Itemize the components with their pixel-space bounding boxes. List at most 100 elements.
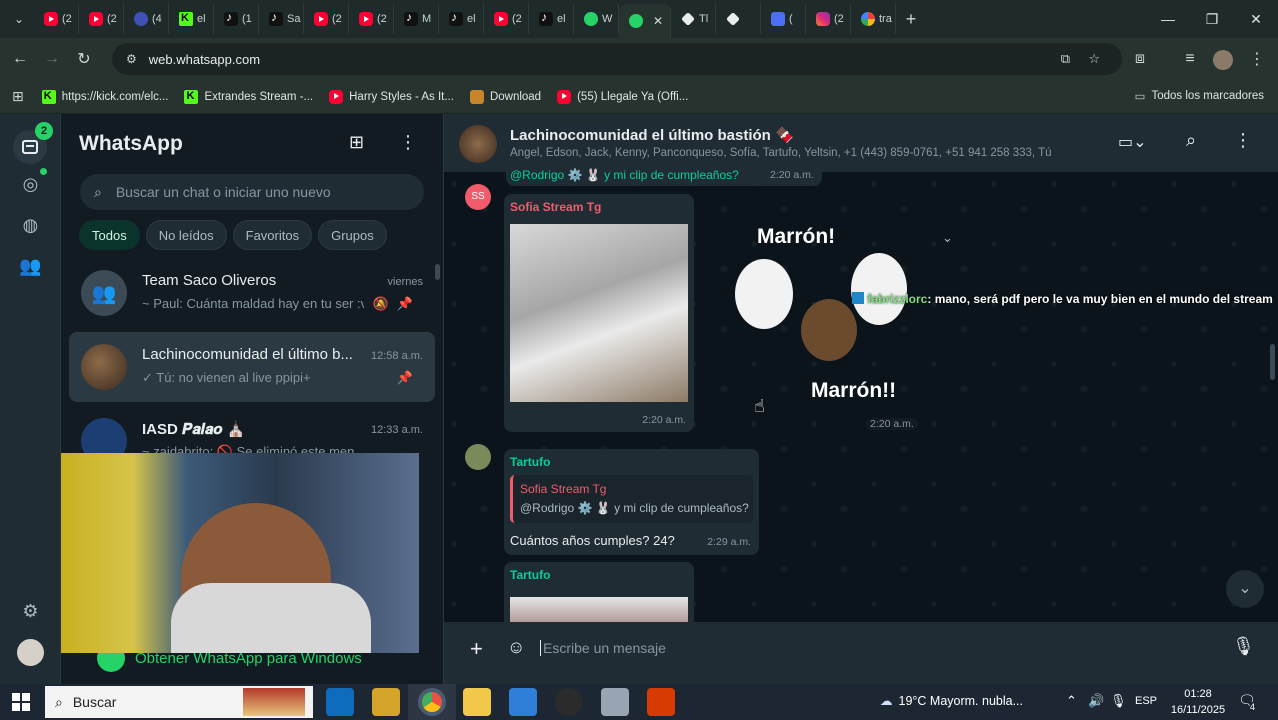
message-sender[interactable]: Tartufo xyxy=(510,455,550,469)
browser-tab[interactable]: Sa xyxy=(259,4,304,34)
channels-icon[interactable]: ◍ xyxy=(17,212,44,239)
chat-avatar[interactable] xyxy=(459,125,497,163)
award-app-icon[interactable] xyxy=(372,688,400,716)
bookmark-item[interactable]: Download xyxy=(469,89,541,104)
close-tab-icon[interactable]: ✕ xyxy=(653,14,663,28)
microphone-icon[interactable]: 🎙 xyxy=(1232,636,1255,657)
start-button-icon[interactable] xyxy=(12,693,30,711)
menu-icon[interactable]: ⋮ xyxy=(399,132,417,153)
chat-row[interactable]: 👥 Team Saco Oliveros viernes ~ Paul: Cuá… xyxy=(69,258,435,328)
file-explorer-icon[interactable] xyxy=(463,688,491,716)
browser-tab-active[interactable]: ✕ xyxy=(619,4,671,38)
tray-chevron-icon[interactable]: ⌃ xyxy=(1066,693,1077,709)
message-image[interactable] xyxy=(510,224,688,402)
bookmark-item[interactable]: Harry Styles - As It... xyxy=(329,89,454,104)
profile-photo[interactable] xyxy=(17,639,44,666)
reload-icon[interactable]: ↻ xyxy=(68,43,100,75)
bookmark-star-icon[interactable]: ☆ xyxy=(1088,51,1100,67)
bookmark-favicon-icon xyxy=(41,89,56,104)
sticker-emoji-icon[interactable]: ☺ xyxy=(507,637,525,658)
filter-chip[interactable]: Todos xyxy=(79,220,140,250)
chat-scrollbar[interactable] xyxy=(1270,344,1275,380)
mic-icon[interactable]: 🎙 xyxy=(1110,693,1127,709)
search-chat-icon[interactable]: ⌕ xyxy=(1186,130,1196,151)
address-bar[interactable]: ⚙ web.whatsapp.com ⧉ ☆ xyxy=(112,43,1122,75)
video-call-icon[interactable]: ▭⌄ xyxy=(1118,132,1147,152)
browser-tab[interactable]: (2 xyxy=(34,4,79,34)
webcam-overlay xyxy=(61,453,419,653)
notes-app-icon[interactable] xyxy=(601,688,629,716)
minimize-icon[interactable]: — xyxy=(1146,0,1190,38)
quoted-message[interactable]: Sofia Stream Tg @Rodrigo ⚙️ 🐰 y mi clip … xyxy=(510,475,753,523)
chat-menu-icon[interactable]: ⋮ xyxy=(1234,130,1252,151)
clock[interactable]: 01:28 16/11/2025 xyxy=(1168,686,1228,718)
extensions-icon[interactable]: ⧈ xyxy=(1124,43,1156,75)
store-icon[interactable] xyxy=(509,688,537,716)
browser-tab[interactable]: M xyxy=(394,4,439,34)
sender-avatar[interactable]: SS xyxy=(465,184,491,210)
sticker-message[interactable]: Marrón! Marrón!! xyxy=(729,219,939,409)
language-indicator[interactable]: ESP xyxy=(1135,695,1157,707)
tab-search-chevron-icon[interactable]: ⌄ xyxy=(4,4,34,34)
obs-icon[interactable] xyxy=(555,688,583,716)
search-input[interactable]: ⌕ Buscar un chat o iniciar uno nuevo xyxy=(80,174,424,210)
bookmark-item[interactable]: https://kick.com/elc... xyxy=(41,89,168,104)
browser-tab[interactable]: (1 xyxy=(214,4,259,34)
tab-favicon-icon xyxy=(449,10,463,26)
tab-favicon-icon xyxy=(539,10,553,26)
outlook-icon[interactable] xyxy=(326,688,354,716)
browser-tab[interactable]: (4 xyxy=(124,4,169,34)
filter-chip[interactable]: No leídos xyxy=(145,220,227,250)
tab-label: (1 xyxy=(242,13,252,25)
browser-tab[interactable]: (2 xyxy=(349,4,394,34)
attach-icon[interactable]: + xyxy=(470,636,483,662)
browser-tab[interactable] xyxy=(716,4,761,34)
profile-avatar[interactable] xyxy=(1213,50,1233,70)
media-control-icon[interactable]: ≡ xyxy=(1174,43,1206,75)
all-bookmarks[interactable]: ▭ Todos los marcadores xyxy=(1135,89,1264,103)
overlay-user: fabrizzlorc xyxy=(867,292,928,306)
browser-tab[interactable]: tra xyxy=(851,4,896,34)
bookmark-item[interactable]: (55) Llegale Ya (Offi... xyxy=(557,89,688,104)
communities-icon[interactable]: 👥 xyxy=(17,253,44,280)
message-sender[interactable]: Sofia Stream Tg xyxy=(510,200,601,214)
tab-favicon-icon xyxy=(861,12,875,26)
message-chevron-icon[interactable]: ⌄ xyxy=(942,230,953,246)
filter-chip[interactable]: Grupos xyxy=(318,220,387,250)
browser-tab[interactable]: ( xyxy=(761,4,806,34)
back-icon[interactable]: ← xyxy=(4,43,36,75)
red-app-icon[interactable] xyxy=(647,688,675,716)
bookmark-item[interactable]: Extrandes Stream -... xyxy=(184,89,313,104)
chat-title[interactable]: Lachinocomunidad el último bastión 🍫 xyxy=(510,126,794,144)
restore-icon[interactable]: ❐ xyxy=(1190,0,1234,38)
browser-tab[interactable]: (2 xyxy=(79,4,124,34)
sender-avatar[interactable] xyxy=(465,444,491,470)
browser-tab[interactable]: el xyxy=(169,4,214,34)
list-scrollbar[interactable] xyxy=(435,264,440,280)
scroll-down-button[interactable]: ⌄ xyxy=(1226,570,1264,608)
close-window-icon[interactable]: ✕ xyxy=(1234,0,1278,38)
message-input[interactable]: Escribe un mensaje xyxy=(540,640,666,656)
install-app-icon[interactable]: ⧉ xyxy=(1061,51,1070,67)
filter-chip[interactable]: Favoritos xyxy=(232,220,313,250)
browser-tab[interactable]: el xyxy=(439,4,484,34)
forward-icon[interactable]: → xyxy=(36,43,68,75)
message-sender[interactable]: Tartufo xyxy=(510,568,550,582)
browser-tab[interactable]: (2 xyxy=(484,4,529,34)
new-chat-icon[interactable]: ⊞ xyxy=(349,132,364,153)
site-settings-icon[interactable]: ⚙ xyxy=(126,52,137,66)
browser-tab[interactable]: (2 xyxy=(806,4,851,34)
apps-grid-icon[interactable]: ⊞ xyxy=(12,88,24,105)
taskbar-search[interactable]: ⌕ Buscar xyxy=(45,686,313,718)
browser-tab[interactable]: W xyxy=(574,4,619,34)
volume-icon[interactable]: 🔊 xyxy=(1088,693,1104,709)
browser-tab[interactable]: (2 xyxy=(304,4,349,34)
browser-menu-icon[interactable]: ⋮ xyxy=(1241,43,1273,75)
new-tab-button[interactable]: + xyxy=(896,9,926,30)
chat-row-selected[interactable]: Lachinocomunidad el último b... 12:58 a.… xyxy=(69,332,435,402)
settings-icon[interactable]: ⚙ xyxy=(17,598,44,625)
weather-widget[interactable]: ☁ 19°C Mayorm. nubla... xyxy=(880,693,1023,709)
browser-tab[interactable]: Tl xyxy=(671,4,716,34)
status-icon[interactable]: ◎ xyxy=(17,171,44,198)
browser-tab[interactable]: el xyxy=(529,4,574,34)
